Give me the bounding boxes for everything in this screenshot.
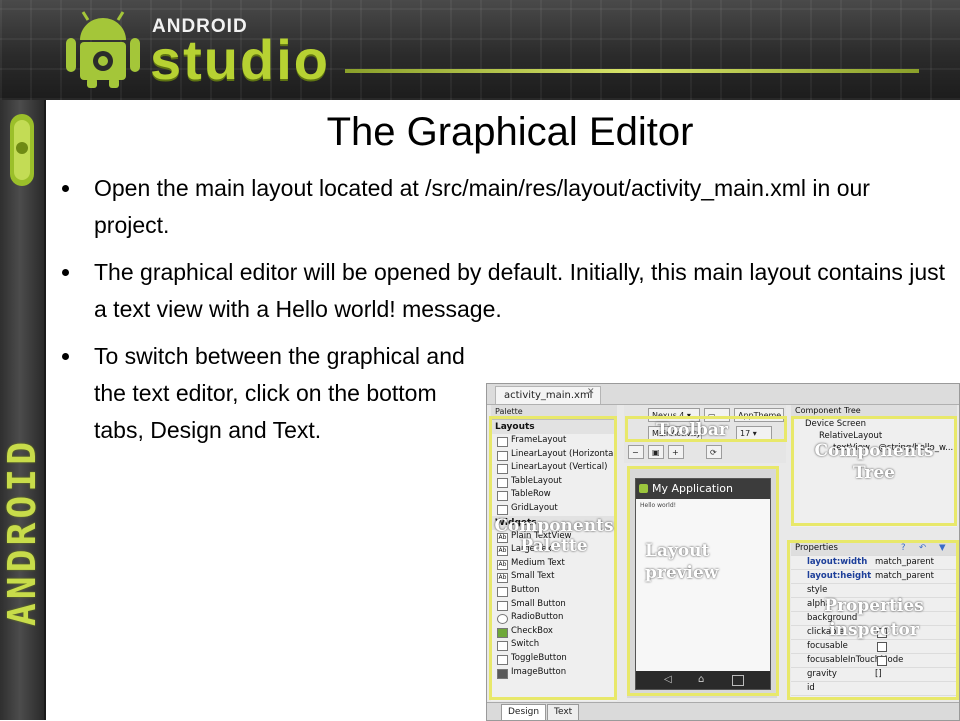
palette-highlight — [489, 416, 617, 700]
toolbar-overlay-label: Toolbar — [656, 420, 728, 440]
side-strip: ANDROID — [0, 100, 46, 720]
palette-overlay-label: Components Palette — [494, 516, 614, 556]
side-android-text: ANDROID — [0, 437, 44, 627]
editor-mode-tabs: Design Text — [487, 702, 959, 720]
file-tab[interactable]: activity_main.xml — [495, 386, 602, 404]
close-icon[interactable]: ✕ — [587, 387, 595, 397]
refresh-icon[interactable]: ⟳ — [706, 445, 722, 459]
tab-text[interactable]: Text — [547, 704, 580, 720]
bullet-dot-icon — [62, 185, 69, 192]
banner-divider — [345, 69, 919, 73]
header-banner: ANDROID studio — [0, 0, 960, 100]
bullet-item: Open the main layout located at /src/mai… — [58, 170, 948, 244]
android-robot-logo-icon — [66, 11, 140, 88]
editor-tab-bar: activity_main.xml ✕ — [487, 384, 959, 405]
zoom-out-icon[interactable]: − — [628, 445, 644, 459]
tree-overlay-label: Components Tree — [814, 441, 934, 483]
tab-design-label: Design — [508, 707, 540, 717]
bullet-dot-icon — [62, 269, 69, 276]
bullet-item: The graphical editor will be opened by d… — [58, 254, 948, 328]
bullet-text: To switch between the graphical and the … — [94, 343, 465, 443]
banner-tile-pattern — [0, 0, 960, 100]
bullet-text: The graphical editor will be opened by d… — [94, 259, 946, 322]
tab-design[interactable]: Design — [501, 704, 547, 720]
bullet-dot-icon — [62, 353, 69, 360]
preview-overlay-label: Layout preview — [645, 541, 719, 583]
android-head-icon — [10, 114, 34, 186]
logo-studio-text: studio — [150, 28, 330, 91]
file-tab-label: activity_main.xml — [504, 390, 593, 401]
ide-screenshot: activity_main.xml ✕ Palette Layouts Fram… — [486, 383, 960, 721]
slide-title: The Graphical Editor — [326, 110, 694, 154]
tree-header-label: Component Tree — [795, 406, 861, 415]
zoom-fit-icon[interactable]: ▣ — [648, 445, 664, 459]
palette-header-label: Palette — [495, 407, 523, 416]
bullet-text: Open the main layout located at /src/mai… — [94, 175, 870, 238]
properties-overlay-label: Properties inspector — [824, 596, 924, 640]
zoom-in-icon[interactable]: + — [668, 445, 684, 459]
tab-text-label: Text — [554, 707, 573, 717]
